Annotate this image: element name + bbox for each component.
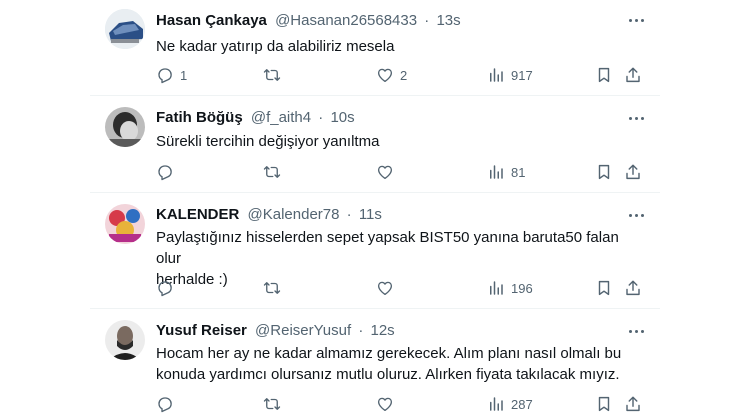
avatar[interactable] [105, 107, 145, 147]
tweet-text-line: Hocam her ay ne kadar almamız gerekecek.… [156, 345, 622, 362]
separator-dot: · [358, 322, 364, 339]
views-icon [490, 68, 503, 82]
reply-button[interactable]: 1 [156, 65, 187, 85]
reply-button[interactable] [156, 162, 180, 182]
bookmark-icon [598, 396, 610, 412]
reply-feed: Hasan Çankaya @Hasanan26568433 · 13s Ne … [0, 0, 730, 420]
bookmark-icon [598, 67, 610, 83]
more-icon[interactable] [626, 325, 646, 337]
like-icon [377, 281, 393, 296]
avatar[interactable] [105, 9, 145, 49]
view-count: 287 [511, 396, 533, 412]
share-icon [626, 164, 640, 180]
action-bar: 1 2 917 [156, 65, 646, 85]
separator-dot: · [346, 206, 352, 223]
reply-icon [158, 165, 172, 181]
like-count: 2 [400, 67, 408, 83]
tweet-header: Fatih Böğüş @f_aith4 · 10s [156, 107, 355, 129]
user-handle[interactable]: @ReiserYusuf [255, 322, 351, 339]
user-handle[interactable]: @f_aith4 [251, 109, 311, 126]
display-name[interactable]: Yusuf Reiser [156, 322, 247, 339]
views-button[interactable]: 287 [487, 394, 533, 414]
action-bar: 81 [156, 162, 646, 182]
share-button[interactable] [624, 394, 642, 414]
tweet-text: Sürekli tercihin değişiyor yanıltma [156, 131, 646, 152]
share-button[interactable] [624, 162, 642, 182]
views-button[interactable]: 81 [487, 162, 525, 182]
tweet-header: KALENDER @Kalender78 · 11s [156, 204, 382, 226]
reply-button[interactable] [156, 278, 180, 298]
tweet[interactable]: Hasan Çankaya @Hasanan26568433 · 13s Ne … [90, 0, 660, 95]
share-icon [626, 67, 640, 83]
avatar[interactable] [105, 204, 145, 244]
like-icon [377, 68, 393, 83]
user-handle[interactable]: @Hasanan26568433 [275, 12, 417, 29]
avatar[interactable] [105, 320, 145, 360]
like-icon [377, 397, 393, 412]
share-button[interactable] [624, 65, 642, 85]
timestamp[interactable]: 13s [436, 12, 460, 29]
more-icon[interactable] [626, 112, 646, 124]
tweet[interactable]: Fatih Böğüş @f_aith4 · 10s Sürekli terci… [90, 96, 660, 192]
tweet[interactable]: KALENDER @Kalender78 · 11s Paylaştığınız… [90, 193, 660, 308]
bookmark-button[interactable] [595, 65, 613, 85]
separator-dot: · [318, 109, 324, 126]
share-button[interactable] [624, 278, 642, 298]
bookmark-icon [598, 280, 610, 296]
bookmark-button[interactable] [595, 162, 613, 182]
retweet-icon [263, 166, 281, 178]
display-name[interactable]: Fatih Böğüş [156, 109, 243, 126]
views-icon [490, 165, 503, 179]
share-icon [626, 280, 640, 296]
reply-button[interactable] [156, 394, 180, 414]
like-button[interactable] [376, 278, 400, 298]
action-bar: 287 [156, 394, 646, 414]
tweet-text-line: Ne kadar yatırıp da alabiliriz mesela [156, 38, 395, 55]
retweet-icon [263, 398, 281, 410]
retweet-button[interactable] [263, 394, 287, 414]
bookmark-button[interactable] [595, 278, 613, 298]
reply-count: 1 [180, 67, 188, 83]
tweet[interactable]: Yusuf Reiser @ReiserYusuf · 12s Hocam he… [90, 309, 660, 420]
tweet-text: Ne kadar yatırıp da alabiliriz mesela [156, 36, 646, 57]
tweet-text: Hocam her ay ne kadar almamız gerekecek.… [156, 343, 646, 385]
separator-dot: · [424, 12, 430, 29]
retweet-icon [263, 282, 281, 294]
retweet-button[interactable] [263, 65, 287, 85]
view-count: 196 [511, 280, 533, 296]
timestamp[interactable]: 10s [330, 109, 354, 126]
tweet-text-line: Paylaştığınız hisselerden sepet yapsak B… [156, 229, 619, 267]
bookmark-icon [598, 164, 610, 180]
tweet-header: Yusuf Reiser @ReiserYusuf · 12s [156, 320, 395, 342]
retweet-button[interactable] [263, 162, 287, 182]
view-count: 81 [511, 164, 526, 180]
reply-icon [158, 281, 172, 297]
user-handle[interactable]: @Kalender78 [248, 206, 340, 223]
share-icon [626, 396, 640, 412]
views-icon [490, 397, 503, 411]
views-button[interactable]: 917 [487, 65, 533, 85]
tweet-header: Hasan Çankaya @Hasanan26568433 · 13s [156, 10, 461, 32]
more-icon[interactable] [626, 14, 646, 26]
timestamp[interactable]: 11s [359, 206, 382, 223]
like-button[interactable] [376, 394, 400, 414]
more-icon[interactable] [626, 209, 646, 221]
views-button[interactable]: 196 [487, 278, 533, 298]
like-icon [377, 165, 393, 180]
timestamp[interactable]: 12s [371, 322, 395, 339]
reply-icon [158, 68, 172, 84]
display-name[interactable]: Hasan Çankaya [156, 12, 267, 29]
display-name[interactable]: KALENDER [156, 206, 239, 223]
tweet-text-line: Sürekli tercihin değişiyor yanıltma [156, 133, 380, 150]
reply-icon [158, 397, 172, 413]
views-icon [490, 281, 503, 295]
like-button[interactable]: 2 [376, 65, 407, 85]
action-bar: 196 [156, 278, 646, 298]
tweet-text-line: konuda yardımcı olursanız mutlu oluruz. … [156, 366, 620, 383]
view-count: 917 [511, 67, 533, 83]
like-button[interactable] [376, 162, 400, 182]
retweet-button[interactable] [263, 278, 287, 298]
retweet-icon [263, 69, 281, 81]
bookmark-button[interactable] [595, 394, 613, 414]
